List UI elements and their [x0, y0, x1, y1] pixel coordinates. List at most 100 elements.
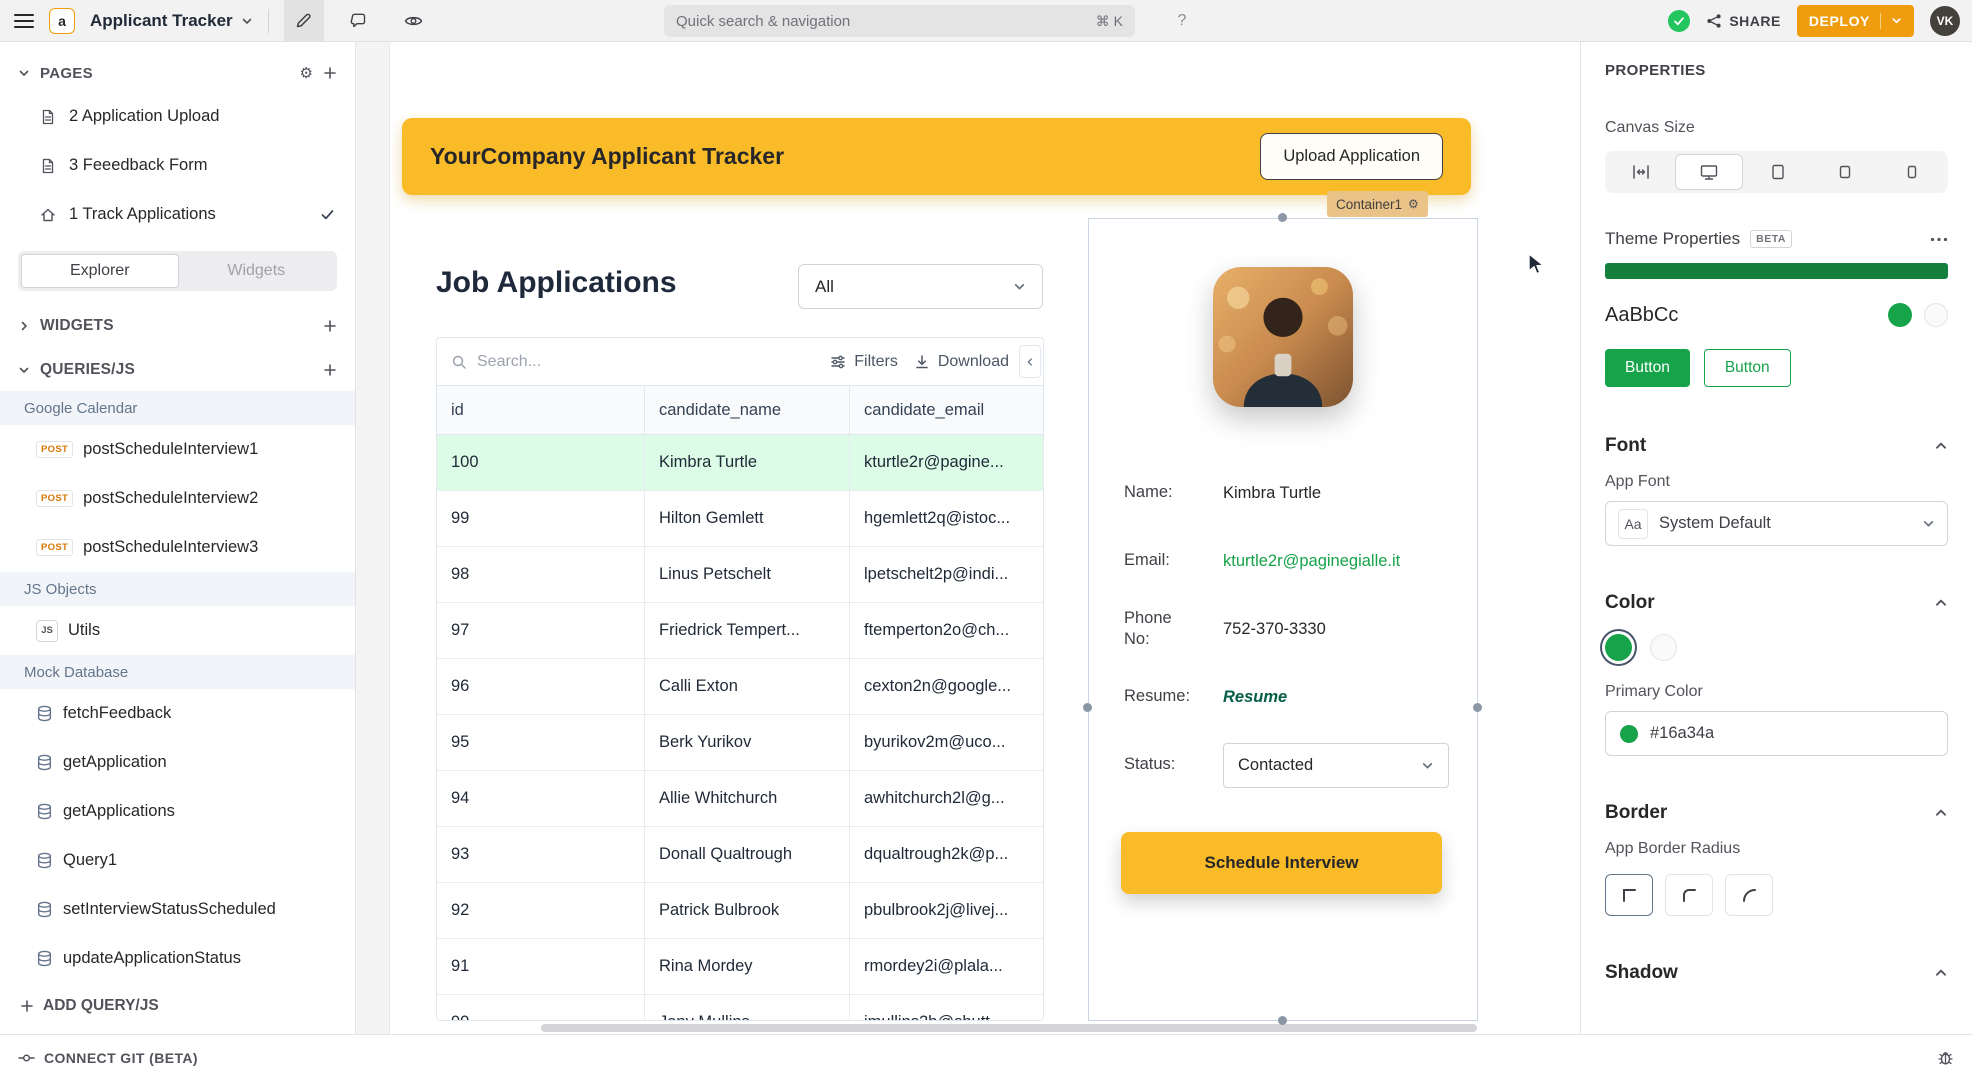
add-query-button[interactable] [323, 363, 337, 377]
user-avatar[interactable]: VK [1930, 6, 1960, 36]
db-query-item[interactable]: updateApplicationStatus [0, 934, 355, 983]
table-row[interactable]: 97 Friedrick Tempert... ftemperton2o@ch.… [437, 603, 1043, 659]
db-query-item[interactable]: setInterviewStatusScheduled [0, 885, 355, 934]
primary-color-input[interactable]: #16a34a [1605, 711, 1948, 756]
canvas-area[interactable]: YourCompany Applicant Tracker Upload App… [356, 42, 1580, 1034]
query-group-google-calendar[interactable]: Google Calendar [0, 391, 355, 425]
cell-candidate-email[interactable]: pbulbrook2j@livej... [850, 883, 1043, 938]
sidebar-page-item[interactable]: 1 Track Applications [0, 190, 355, 239]
cell-candidate-name[interactable]: Hilton Gemlett [645, 491, 850, 546]
db-query-item[interactable]: Query1 [0, 836, 355, 885]
canvas-tablet-button[interactable] [1812, 154, 1877, 190]
cell-id[interactable]: 100 [437, 435, 645, 490]
status-filter-select[interactable]: All [798, 264, 1043, 309]
app-title-menu[interactable]: Applicant Tracker [90, 11, 253, 31]
query-item[interactable]: POST postScheduleInterview2 [0, 474, 355, 523]
font-section-header[interactable]: Font [1605, 435, 1948, 457]
download-button[interactable]: Download [914, 353, 1009, 371]
db-query-item[interactable]: fetchFeedback [0, 689, 355, 738]
cell-id[interactable]: 90 [437, 995, 645, 1021]
shadow-section-header[interactable]: Shadow [1605, 962, 1948, 984]
cell-candidate-email[interactable]: ftemperton2o@ch... [850, 603, 1043, 658]
cell-id[interactable]: 93 [437, 827, 645, 882]
column-header-id[interactable]: id [437, 386, 645, 434]
query-item[interactable]: POST postScheduleInterview3 [0, 523, 355, 572]
table-row[interactable]: 99 Hilton Gemlett hgemlett2q@istoc... [437, 491, 1043, 547]
edit-mode-button[interactable] [284, 0, 324, 42]
color-section-header[interactable]: Color [1605, 592, 1948, 614]
theme-secondary-button-preview[interactable]: Button [1704, 349, 1791, 387]
table-row[interactable]: 91 Rina Mordey rmordey2i@plala... [437, 939, 1043, 995]
candidate-detail-container[interactable]: Name: Kimbra Turtle Email: kturtle2r@pag… [1088, 218, 1478, 1021]
table-row[interactable]: 98 Linus Petschelt lpetschelt2p@indi... [437, 547, 1043, 603]
cell-candidate-name[interactable]: Berk Yurikov [645, 715, 850, 770]
theme-options-button[interactable] [1930, 237, 1948, 242]
add-query-js-button[interactable]: ADD QUERY/JS [0, 983, 355, 1029]
sidebar-page-item[interactable]: 3 Feeedback Form [0, 141, 355, 190]
tab-widgets[interactable]: Widgets [179, 254, 335, 288]
connect-git-button[interactable]: CONNECT GIT (BETA) [18, 1050, 198, 1066]
resize-handle-right[interactable] [1473, 703, 1482, 712]
table-row[interactable]: 93 Donall Qualtrough dqualtrough2k@p... [437, 827, 1043, 883]
cell-candidate-name[interactable]: Donall Qualtrough [645, 827, 850, 882]
db-query-item[interactable]: getApplications [0, 787, 355, 836]
help-button[interactable]: ? [1166, 0, 1198, 42]
deploy-button[interactable]: DEPLOY [1797, 5, 1914, 37]
cell-id[interactable]: 94 [437, 771, 645, 826]
resize-handle-left[interactable] [1083, 703, 1092, 712]
debug-button[interactable] [1937, 1049, 1954, 1066]
color-swatch-green[interactable] [1605, 634, 1632, 661]
table-row[interactable]: 90 Jany Mullins jmullins2h@shutt... [437, 995, 1043, 1021]
cell-id[interactable]: 95 [437, 715, 645, 770]
radius-round-button[interactable] [1725, 874, 1773, 916]
table-row[interactable]: 95 Berk Yurikov byurikov2m@uco... [437, 715, 1043, 771]
cell-candidate-name[interactable]: Rina Mordey [645, 939, 850, 994]
cell-id[interactable]: 99 [437, 491, 645, 546]
column-header-candidate-email[interactable]: candidate_email [850, 386, 1043, 434]
upload-application-button[interactable]: Upload Application [1260, 133, 1443, 180]
cell-candidate-name[interactable]: Friedrick Tempert... [645, 603, 850, 658]
status-select[interactable]: Contacted [1223, 743, 1449, 788]
cell-candidate-email[interactable]: dqualtrough2k@p... [850, 827, 1043, 882]
cell-candidate-email[interactable]: jmullins2h@shutt... [850, 995, 1043, 1021]
query-item[interactable]: POST postScheduleInterview1 [0, 425, 355, 474]
cell-candidate-name[interactable]: Calli Exton [645, 659, 850, 714]
queries-section-header[interactable]: QUERIES/JS [0, 349, 355, 391]
horizontal-scrollbar[interactable] [541, 1024, 1477, 1032]
app-font-select[interactable]: Aa System Default [1605, 501, 1948, 546]
quick-search[interactable]: ⌘ K [664, 5, 1135, 37]
js-object-item[interactable]: JS Utils [0, 606, 355, 655]
table-row[interactable]: 94 Allie Whitchurch awhitchurch2l@g... [437, 771, 1043, 827]
cell-candidate-email[interactable]: awhitchurch2l@g... [850, 771, 1043, 826]
query-group-mock-database[interactable]: Mock Database [0, 655, 355, 689]
cell-candidate-name[interactable]: Kimbra Turtle [645, 435, 850, 490]
column-header-candidate-name[interactable]: candidate_name [645, 386, 850, 434]
resize-handle-bottom[interactable] [1278, 1016, 1287, 1025]
quick-search-input[interactable] [676, 13, 1096, 30]
filters-button[interactable]: Filters [830, 353, 898, 371]
canvas-tablet-large-button[interactable] [1745, 154, 1810, 190]
share-button[interactable]: SHARE [1706, 13, 1781, 29]
theme-primary-button-preview[interactable]: Button [1605, 349, 1690, 387]
table-row[interactable]: 96 Calli Exton cexton2n@google... [437, 659, 1043, 715]
table-search-input[interactable] [477, 353, 647, 371]
add-widget-button[interactable] [323, 319, 337, 333]
cell-id[interactable]: 98 [437, 547, 645, 602]
preview-button[interactable] [394, 0, 434, 42]
pages-section-header[interactable]: PAGES ⚙ [0, 54, 355, 92]
cell-candidate-email[interactable]: rmordey2i@plala... [850, 939, 1043, 994]
cell-candidate-name[interactable]: Patrick Bulbrook [645, 883, 850, 938]
theme-color-swatch[interactable] [1888, 303, 1912, 327]
sidebar-page-item[interactable]: 2 Application Upload [0, 92, 355, 141]
cell-candidate-email[interactable]: cexton2n@google... [850, 659, 1043, 714]
color-swatch-white[interactable] [1650, 634, 1677, 661]
canvas-desktop-button[interactable] [1675, 154, 1742, 190]
resume-link[interactable]: Resume [1223, 688, 1287, 707]
email-link[interactable]: kturtle2r@paginegialle.it [1223, 552, 1400, 571]
cell-id[interactable]: 92 [437, 883, 645, 938]
collapse-columns-button[interactable] [1019, 345, 1041, 378]
tab-explorer[interactable]: Explorer [21, 254, 179, 288]
cell-id[interactable]: 96 [437, 659, 645, 714]
cell-id[interactable]: 91 [437, 939, 645, 994]
resize-handle-top[interactable] [1278, 213, 1287, 222]
